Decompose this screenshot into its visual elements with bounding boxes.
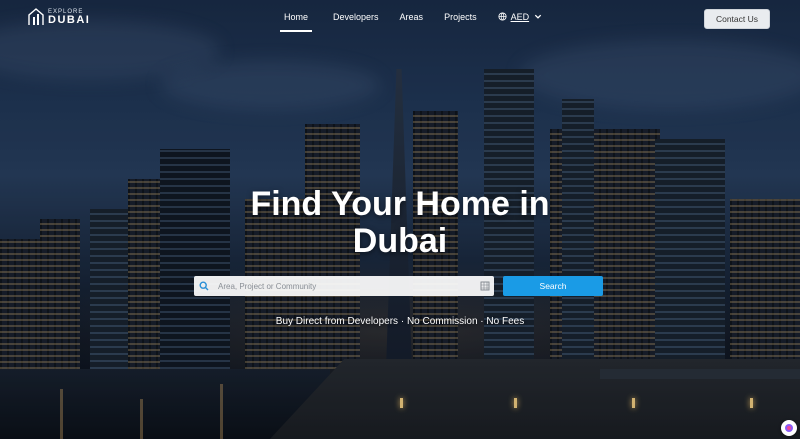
search-bar bbox=[194, 276, 494, 296]
currency-selector[interactable]: AED bbox=[498, 12, 544, 30]
nav-areas-label: Areas bbox=[399, 12, 424, 22]
nav-projects-label: Projects bbox=[444, 12, 477, 22]
hero-title-line1: Find Your Home in bbox=[250, 185, 550, 223]
site-header: EXPLORE DUBAI Home Developers Areas Proj… bbox=[0, 0, 800, 40]
nav-developers[interactable]: Developers bbox=[333, 12, 379, 30]
chat-widget-icon[interactable] bbox=[781, 420, 797, 436]
hero-title-line2: Dubai bbox=[352, 222, 448, 260]
hero-tagline: Buy Direct from Developers · No Commissi… bbox=[275, 316, 525, 327]
hero-title: Find Your Home in Dubai bbox=[200, 186, 600, 260]
search-input[interactable] bbox=[214, 276, 476, 296]
nav-developers-label: Developers bbox=[333, 12, 379, 22]
site-logo[interactable]: EXPLORE DUBAI bbox=[28, 8, 90, 26]
globe-icon bbox=[498, 12, 507, 23]
building-outline-icon bbox=[28, 8, 44, 26]
contact-us-button[interactable]: Contact Us bbox=[704, 9, 770, 29]
nav-home[interactable]: Home bbox=[280, 12, 313, 32]
nav-home-label: Home bbox=[284, 12, 309, 22]
map-grid-icon[interactable] bbox=[476, 276, 494, 296]
logo-big-text: DUBAI bbox=[48, 13, 91, 26]
chevron-down-icon bbox=[533, 12, 543, 23]
nav-projects[interactable]: Projects bbox=[444, 12, 477, 30]
main-nav: Home Developers Areas Projects AED bbox=[280, 12, 564, 32]
nav-areas[interactable]: Areas bbox=[400, 12, 424, 30]
logo-text: EXPLORE DUBAI bbox=[48, 9, 90, 26]
search-button[interactable]: Search bbox=[503, 276, 603, 296]
currency-label: AED bbox=[510, 12, 530, 22]
search-icon bbox=[194, 276, 214, 296]
